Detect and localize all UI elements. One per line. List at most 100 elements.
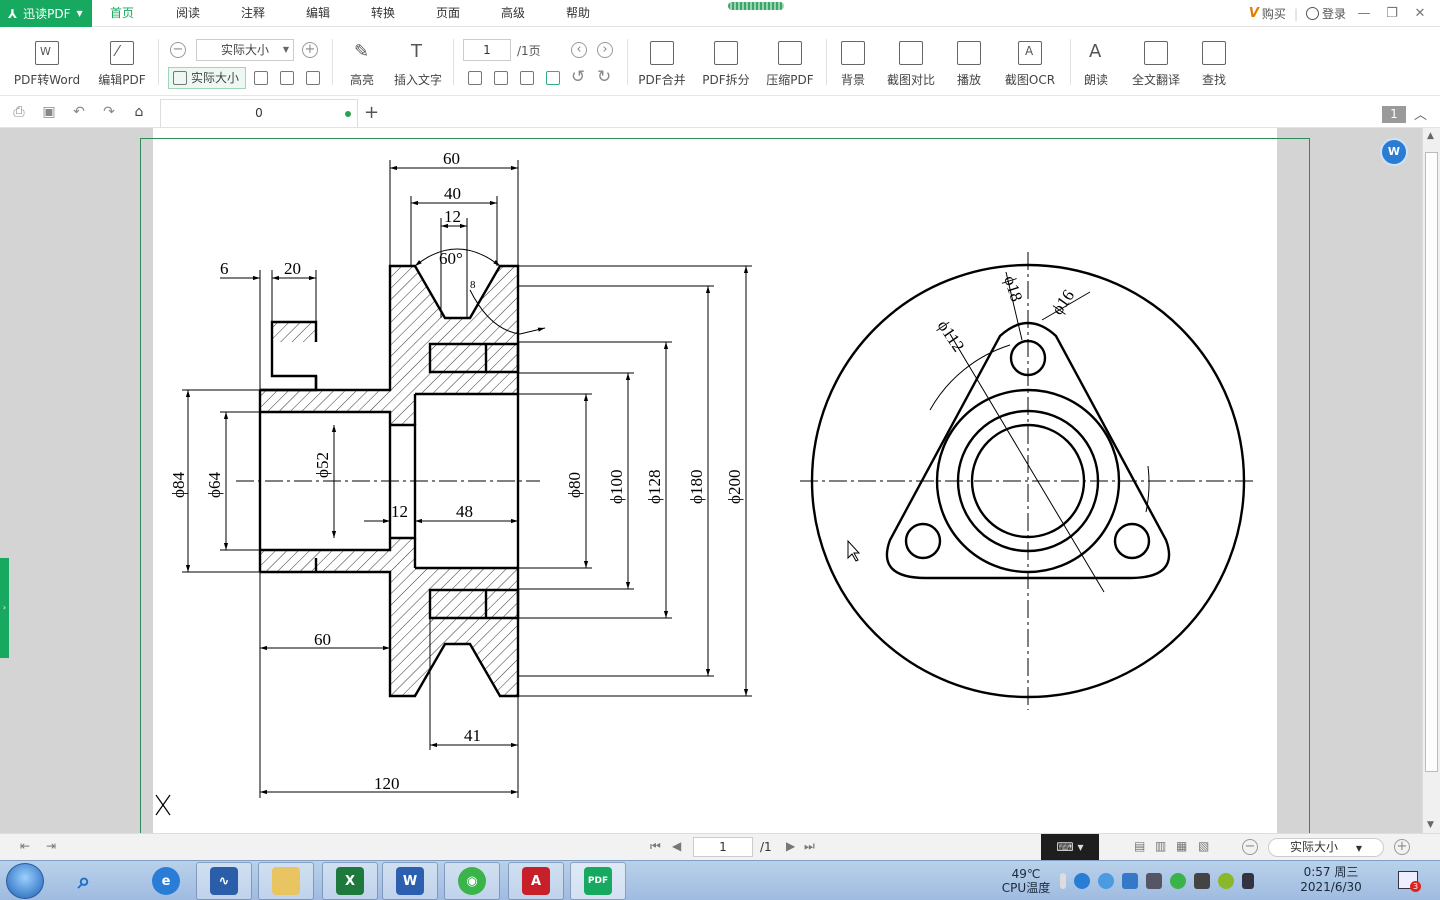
prev-page-icon[interactable]: ‹ [571, 42, 587, 58]
pdf-to-word-button[interactable]: W PDF转Word [13, 27, 81, 93]
edit-pdf-button[interactable]: ⁄ 编辑PDF [96, 27, 148, 93]
network-icon[interactable] [1146, 873, 1162, 889]
save-icon[interactable]: ▣ [41, 105, 57, 120]
notification-center-icon[interactable]: 3 [1398, 871, 1421, 892]
zoom-out-icon[interactable]: − [1242, 839, 1258, 855]
background-button[interactable]: 背景 [838, 27, 868, 93]
menu-convert[interactable]: 转换 [371, 0, 395, 27]
close-button[interactable]: ✕ [1410, 6, 1430, 21]
minimize-button[interactable]: — [1354, 6, 1374, 21]
browser-tray-icon[interactable] [1098, 873, 1114, 889]
prev-page-icon[interactable]: ◀ [672, 839, 681, 853]
first-page-icon[interactable]: ⏮ [650, 839, 661, 854]
scroll-up-icon[interactable]: ▲ [1427, 131, 1434, 141]
taskbar-pdf-app[interactable]: PDF [570, 862, 626, 900]
zoom-out-icon[interactable]: − [170, 42, 186, 58]
qq-tray-icon[interactable] [1074, 873, 1090, 889]
translate-button[interactable]: 全文翻译 [1131, 27, 1181, 93]
app-brand-button[interactable]: ⅄ 迅读PDF ▼ [0, 0, 92, 27]
dim-phi18: ϕ18 [1000, 273, 1026, 304]
zoom-select[interactable]: 实际大小 ▼ [196, 39, 294, 61]
play-button[interactable]: 播放 [954, 27, 984, 93]
background-label: 背景 [840, 73, 865, 87]
taskbar-excel-app[interactable]: X [322, 862, 378, 900]
keyboard-indicator[interactable]: ⌨ ▾ [1041, 834, 1099, 860]
rotate-right-icon[interactable]: ↻ [597, 67, 611, 87]
last-page-icon[interactable]: ⏭ [804, 839, 815, 854]
status-zoom-select[interactable]: 实际大小 ▼ [1268, 838, 1384, 857]
compress-button[interactable]: 压缩PDF [765, 27, 815, 93]
double-page-view-icon[interactable]: ▥ [1155, 839, 1166, 853]
home-icon[interactable]: ⌂ [131, 105, 147, 120]
ime-icon[interactable] [1218, 873, 1234, 889]
taskbar-drawing-app[interactable]: ∿ [196, 862, 252, 900]
taskbar-browser-app[interactable]: e [138, 862, 194, 900]
cpu-temp-widget[interactable]: 49℃ CPU温度 [1000, 867, 1052, 895]
highlight-button[interactable]: ✎ 高亮 [342, 27, 382, 93]
scrollbar-thumb[interactable] [1425, 152, 1438, 772]
collapse-ribbon-icon[interactable]: ︿ [1414, 104, 1427, 123]
split-button[interactable]: PDF拆分 [701, 27, 751, 93]
rotate-left-icon[interactable]: ↺ [571, 67, 585, 87]
single-page-icon[interactable] [468, 71, 482, 85]
menu-edit[interactable]: 编辑 [306, 0, 330, 27]
nav-back-icon[interactable]: ⇤ [20, 839, 30, 853]
taskbar-wechat-app[interactable]: ◉ [444, 862, 500, 900]
restore-button[interactable]: ❐ [1382, 6, 1402, 21]
folder-icon [272, 867, 300, 895]
menu-page[interactable]: 页面 [436, 0, 460, 27]
next-page-icon[interactable]: ▶ [786, 839, 795, 853]
book-view-icon[interactable]: ▧ [1198, 839, 1209, 853]
print-icon[interactable]: ⎙ [11, 105, 27, 120]
fit-page-icon[interactable] [254, 71, 268, 85]
side-panel-toggle[interactable]: › [0, 558, 9, 658]
login-button[interactable]: 登录 [1305, 5, 1346, 22]
power-icon[interactable] [1194, 873, 1210, 889]
status-page-total: /1 [760, 840, 772, 854]
taskbar-clock[interactable]: 0:57 周三 2021/6/30 [1296, 865, 1366, 895]
wechat-tray-icon[interactable] [1170, 873, 1186, 889]
next-page-icon[interactable]: › [597, 42, 613, 58]
compare-button[interactable]: 截图对比 [885, 27, 937, 93]
zoom-in-icon[interactable]: + [1394, 839, 1410, 855]
undo-icon[interactable]: ↶ [71, 105, 87, 120]
menu-help[interactable]: 帮助 [566, 0, 590, 27]
menu-read[interactable]: 阅读 [176, 0, 200, 27]
redo-icon[interactable]: ↷ [101, 105, 117, 120]
find-button[interactable]: 查找 [1199, 27, 1229, 93]
taskbar-explorer-app[interactable] [258, 862, 314, 900]
menu-advanced[interactable]: 高级 [501, 0, 525, 27]
actual-size-button[interactable]: 实际大小 [168, 67, 246, 89]
single-page-view-icon[interactable]: ▤ [1134, 839, 1145, 853]
scroll-down-icon[interactable]: ▼ [1427, 820, 1434, 830]
nav-forward-icon[interactable]: ⇥ [46, 839, 56, 853]
start-button[interactable] [6, 863, 44, 899]
status-page-input[interactable]: 1 [693, 837, 753, 857]
window-drag-handle[interactable] [728, 2, 784, 10]
volume-icon[interactable] [1242, 873, 1254, 889]
zoom-in-icon[interactable]: + [302, 42, 318, 58]
vertical-scrollbar[interactable]: ▲ ▼ [1422, 128, 1440, 833]
continuous-view-icon[interactable] [546, 71, 560, 85]
menu-home[interactable]: 首页 [110, 0, 134, 27]
taskbar-word-app[interactable]: W [382, 862, 438, 900]
floating-word-icon[interactable]: W [1380, 138, 1408, 166]
continuous-view-icon[interactable]: ▦ [1176, 839, 1187, 853]
two-page-icon[interactable] [494, 71, 508, 85]
fit-width-icon[interactable] [280, 71, 294, 85]
thermometer-icon[interactable] [1060, 873, 1066, 889]
taskbar-search-app[interactable]: ⌕ [56, 862, 112, 900]
menu-annotate[interactable]: 注释 [241, 0, 265, 27]
document-tab[interactable]: 0 [160, 99, 358, 127]
page-number-input[interactable]: 1 [463, 39, 511, 61]
taskbar-autocad-app[interactable]: A [508, 862, 564, 900]
shield-icon[interactable] [1122, 873, 1138, 889]
ocr-button[interactable]: A 截图OCR [1002, 27, 1058, 93]
fit-text-icon[interactable] [306, 71, 320, 85]
read-aloud-button[interactable]: A 朗读 [1080, 27, 1112, 93]
merge-button[interactable]: PDF合并 [637, 27, 687, 93]
buy-button[interactable]: V 购买 [1249, 5, 1286, 22]
new-tab-button[interactable]: + [364, 102, 379, 123]
insert-text-button[interactable]: T 插入文字 [392, 27, 444, 93]
grid-view-icon[interactable] [520, 71, 534, 85]
